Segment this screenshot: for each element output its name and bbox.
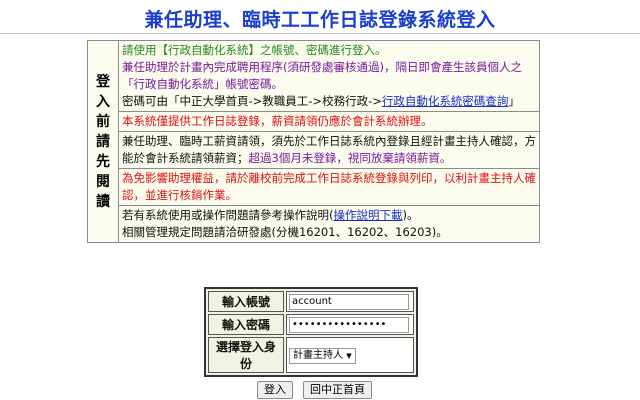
- notice-side-char: 前: [96, 113, 110, 130]
- notice-text-warning: 超過3個月未登錄，視同放棄請領薪資。: [248, 151, 452, 165]
- notice-side-char: 讀: [96, 193, 110, 210]
- notice-table: 登 入 前 請 先 閱 讀 請使用【行政自動化系統】之帳號、密碼進行登入。 兼任…: [87, 40, 540, 243]
- notice-side-char: 請: [96, 133, 110, 150]
- notice-text: 若有系統使用或操作問題請參考操作說明(操作說明下載)。: [122, 207, 536, 224]
- role-label: 選擇登入身份: [208, 337, 284, 373]
- account-cell: [286, 291, 414, 312]
- role-select-value: 計畫主持人: [293, 349, 343, 361]
- notice-row-system-scope: 本系統僅提供工作日誌登錄，薪資請領仍應於會計系統辦理。: [118, 111, 540, 132]
- notice-text: )。: [402, 208, 419, 222]
- title-divider: [0, 33, 640, 34]
- page-title: 兼任助理、臨時工工作日誌登錄系統登入: [144, 9, 496, 31]
- notice-text: 相關管理規定問題請洽研發處(分機16201、16202、16203)。: [122, 225, 448, 239]
- notice-text: 若有系統使用或操作問題請參考操作說明(: [122, 208, 334, 222]
- account-input[interactable]: [289, 293, 409, 310]
- notice-row-leaving: 為免影響助理權益，請於離校前完成工作日誌系統登錄與列印，以利計畫主持人確認，並進…: [118, 168, 540, 206]
- notice-side-char: 登: [96, 73, 110, 90]
- notice-side-char: 先: [96, 153, 110, 170]
- login-button[interactable]: 登入: [257, 381, 293, 399]
- notice-side-char: 入: [96, 93, 110, 110]
- account-label: 輸入帳號: [208, 291, 284, 312]
- notice-text: 密碼可由「中正大學首頁->教職員工->校務行政->行政自動化系統密碼查詢」: [122, 93, 536, 110]
- home-button[interactable]: 回中正首頁: [303, 381, 372, 399]
- notice-side-char: 閱: [96, 173, 110, 190]
- role-cell: 計畫主持人 ▼: [286, 337, 414, 373]
- password-query-link[interactable]: 行政自動化系統密碼查詢: [382, 94, 509, 108]
- notice-row-salary: 兼任助理、臨時工薪資請領，須先於工作日誌系統內登錄且經計畫主持人確認，方能於會計…: [118, 131, 540, 169]
- password-input[interactable]: [289, 316, 409, 333]
- password-label: 輸入密碼: [208, 314, 284, 335]
- notice-text: 兼任助理於計畫內完成聘用程序(須研發處審核通過)，隔日即會產生該員個人之「行政自…: [122, 60, 522, 91]
- notice-row-account-info: 請使用【行政自動化系統】之帳號、密碼進行登入。 兼任助理於計畫內完成聘用程序(須…: [118, 40, 540, 112]
- notice-row-help: 若有系統使用或操作問題請參考操作說明(操作說明下載)。 相關管理規定問題請洽研發…: [118, 205, 540, 243]
- chevron-down-icon: ▼: [346, 351, 352, 360]
- login-form: 輸入帳號 輸入密碼 選擇登入身份 計畫主持人 ▼: [204, 287, 418, 377]
- notice-text: 請使用【行政自動化系統】之帳號、密碼進行登入。: [122, 43, 387, 57]
- login-page: 兼任助理、臨時工工作日誌登錄系統登入 登 入 前 請 先 閱 讀 請使用【行政自…: [0, 0, 640, 400]
- notice-side-heading: 登 入 前 請 先 閱 讀: [87, 40, 119, 243]
- notice-text: 密碼可由「中正大學首頁->教職員工->校務行政->: [122, 94, 382, 108]
- notice-text: 」: [508, 94, 520, 108]
- manual-download-link[interactable]: 操作說明下載: [333, 208, 402, 222]
- role-select[interactable]: 計畫主持人 ▼: [289, 347, 356, 364]
- password-cell: [286, 314, 414, 335]
